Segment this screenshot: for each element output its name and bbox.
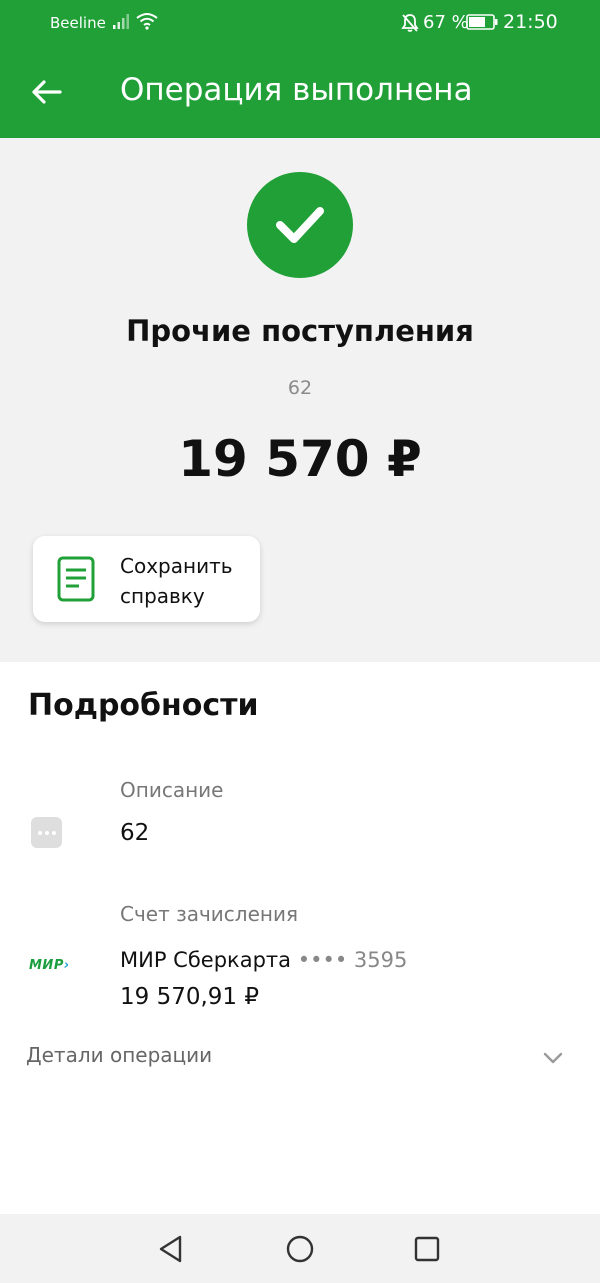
success-badge bbox=[247, 172, 353, 278]
operation-amount: 19 570 ₽ bbox=[178, 430, 422, 488]
dots-icon bbox=[31, 817, 62, 848]
operation-title: Прочие поступления bbox=[126, 314, 474, 348]
signal-icon bbox=[113, 14, 129, 29]
system-nav-bar bbox=[0, 1214, 600, 1283]
save-receipt-button[interactable]: Сохранить справку bbox=[33, 536, 260, 622]
checkmark-icon bbox=[276, 207, 324, 243]
account-name-row: МИР Сберкарта •••• 3595 bbox=[120, 948, 407, 972]
carrier-name: Beeline bbox=[50, 14, 106, 32]
mir-logo-text: МИР bbox=[29, 958, 64, 973]
account-balance: 19 570,91 ₽ bbox=[120, 984, 259, 1010]
details-title: Подробности bbox=[28, 688, 259, 723]
status-bar: Beeline 67 % 21:50 bbox=[0, 0, 600, 46]
operation-summary: Прочие поступления 62 19 570 ₽ Сохранить… bbox=[0, 138, 600, 662]
account-name: МИР Сберкарта bbox=[120, 948, 292, 972]
wifi-icon bbox=[136, 13, 158, 30]
account-label: Счет зачисления bbox=[120, 902, 298, 926]
chevron-down-icon bbox=[543, 1052, 563, 1064]
document-icon bbox=[57, 556, 95, 602]
app-header: Beeline 67 % 21:50 Операция выполнена bbox=[0, 0, 600, 138]
back-arrow-icon bbox=[32, 80, 62, 104]
operation-details-label: Детали операции bbox=[26, 1043, 213, 1067]
back-button[interactable] bbox=[28, 74, 68, 110]
mir-logo-icon: МИР› bbox=[29, 958, 70, 973]
description-value: 62 bbox=[120, 820, 150, 846]
nav-recent-icon[interactable] bbox=[413, 1235, 441, 1263]
page-title: Операция выполнена bbox=[120, 72, 473, 108]
bell-off-icon bbox=[401, 14, 419, 32]
nav-home-icon[interactable] bbox=[285, 1234, 315, 1264]
nav-back-icon[interactable] bbox=[156, 1234, 186, 1264]
save-receipt-label: Сохранить справку bbox=[120, 554, 233, 608]
battery-percent: 67 % bbox=[423, 12, 469, 33]
battery-icon bbox=[466, 14, 498, 30]
clock: 21:50 bbox=[503, 11, 558, 33]
operation-subtitle: 62 bbox=[287, 377, 313, 399]
operation-details-toggle[interactable]: Детали операции bbox=[0, 1030, 600, 1082]
account-mask: •••• 3595 bbox=[297, 948, 408, 972]
description-label: Описание bbox=[120, 778, 224, 802]
